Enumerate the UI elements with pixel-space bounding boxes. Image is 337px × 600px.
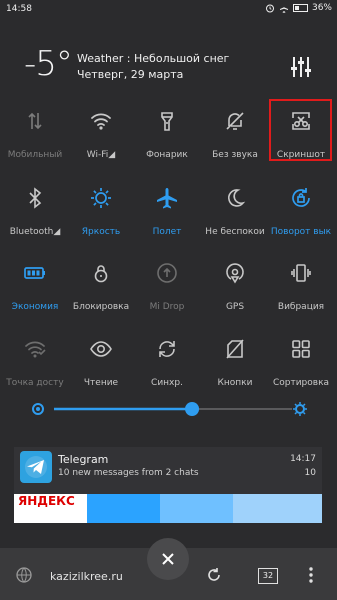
airplane-status-icon	[279, 4, 288, 13]
tile-label: Bluetooth◢	[9, 227, 61, 237]
telegram-app-icon	[20, 451, 52, 483]
brightness-low-icon	[32, 403, 44, 415]
moon-icon	[228, 189, 246, 207]
notification-time: 14:17	[290, 454, 316, 464]
tile-label: Вибрация	[277, 302, 325, 312]
tile-label: Без звука	[212, 150, 258, 160]
bell-off-icon	[226, 112, 244, 130]
tile-reading-mode[interactable]: Чтение	[68, 337, 134, 388]
reload-icon[interactable]	[206, 567, 222, 583]
tile-flashlight[interactable]: Фонарик	[134, 109, 200, 160]
tile-bluetooth[interactable]: Bluetooth◢	[2, 186, 68, 237]
notification-title: Telegram	[58, 453, 109, 466]
tile-mobile-data[interactable]: Мобильный	[2, 109, 68, 160]
ad-segment	[160, 494, 233, 523]
tile-label: Поворот вык	[270, 227, 332, 237]
tile-label: GPS	[225, 302, 245, 312]
tile-label: Не беспокои	[205, 227, 265, 237]
vibration-icon	[291, 264, 311, 282]
ad-segment	[233, 494, 322, 523]
tile-label: Мобильный	[7, 150, 63, 160]
ad-banner[interactable]: ЯНДЕКС	[14, 494, 322, 523]
grid-icon	[292, 340, 310, 358]
tile-label: Сортировка	[272, 378, 330, 388]
globe-icon	[16, 567, 32, 583]
tile-label: Синхр.	[151, 378, 183, 388]
lock-icon	[94, 265, 108, 283]
tile-sync[interactable]: Синхр.	[134, 337, 200, 388]
mobile-data-icon	[28, 112, 42, 130]
date-text: Четверг, 29 марта	[77, 68, 184, 81]
temperature: -5°	[24, 44, 73, 84]
brightness-high-icon	[293, 402, 307, 416]
ad-segment	[87, 494, 160, 523]
tile-label: Wi-Fi◢	[86, 150, 116, 160]
tile-hotspot[interactable]: Точка досту	[2, 337, 68, 388]
brightness-slider[interactable]	[30, 399, 310, 419]
more-menu-icon[interactable]	[306, 565, 316, 585]
header: -5° Weather : Небольшой снег Четверг, 29…	[0, 40, 337, 90]
alarm-icon	[265, 4, 274, 13]
tile-label: Блокировка	[72, 302, 130, 312]
tile-label: Точка досту	[6, 378, 64, 388]
eye-icon	[90, 341, 112, 357]
tile-label: Экономия	[11, 302, 59, 312]
wifi-icon	[91, 113, 111, 130]
status-time: 14:58	[6, 4, 32, 14]
status-icons: 36%	[265, 3, 332, 13]
mi-drop-icon	[157, 263, 177, 283]
tile-label: Mi Drop	[149, 302, 185, 312]
tile-sort[interactable]: Сортировка	[268, 337, 334, 388]
tile-buttons[interactable]: Кнопки	[202, 337, 268, 388]
tile-label: Фонарик	[146, 150, 188, 160]
tile-lock[interactable]: Блокировка	[68, 261, 134, 312]
hotspot-icon	[25, 341, 46, 358]
ad-brand: ЯНДЕКС	[18, 494, 75, 508]
close-icon	[162, 553, 174, 565]
gps-icon	[226, 263, 244, 284]
tile-do-not-disturb[interactable]: Не беспокои	[202, 186, 268, 237]
url-text[interactable]: kazizilkree.ru	[50, 570, 123, 583]
battery-percent: 36%	[311, 3, 332, 13]
tile-wifi[interactable]: Wi-Fi◢	[68, 109, 134, 160]
tabs-count-button[interactable]: 32	[258, 568, 278, 584]
tile-battery-saver[interactable]: Экономия	[2, 261, 68, 312]
notification-count: 10	[304, 468, 316, 478]
airplane-icon	[157, 188, 177, 209]
screenshot-highlight-box	[269, 99, 332, 161]
tile-silent[interactable]: Без звука	[202, 109, 268, 160]
tile-rotation[interactable]: Поворот вык	[268, 186, 334, 237]
status-bar: 14:58 36%	[0, 0, 337, 20]
rotation-lock-icon	[292, 188, 310, 207]
telegram-icon	[25, 456, 47, 478]
close-button[interactable]	[147, 538, 189, 580]
notification-message: 10 new messages from 2 chats	[58, 468, 199, 478]
tile-label: Чтение	[83, 378, 119, 388]
tile-airplane[interactable]: Полет	[134, 186, 200, 237]
slider-thumb[interactable]	[185, 402, 200, 416]
tile-brightness[interactable]: Яркость	[68, 186, 134, 237]
weather-text: Weather : Небольшой снег	[77, 52, 230, 65]
telegram-notification[interactable]: Telegram 14:17 10 new messages from 2 ch…	[14, 447, 322, 523]
tile-label: Кнопки	[217, 378, 253, 388]
tile-label: Полет	[152, 227, 182, 237]
brightness-icon	[91, 188, 111, 208]
flashlight-icon	[161, 112, 173, 131]
sync-icon	[159, 341, 175, 357]
bluetooth-icon	[29, 187, 42, 209]
battery-saver-icon	[24, 267, 45, 279]
tile-label: Яркость	[81, 227, 121, 237]
tile-mi-drop[interactable]: Mi Drop	[134, 261, 200, 312]
tile-gps[interactable]: GPS	[202, 261, 268, 312]
tile-vibration[interactable]: Вибрация	[268, 261, 334, 312]
settings-sliders-icon[interactable]	[290, 55, 312, 79]
battery-icon	[292, 4, 308, 12]
buttons-off-icon	[226, 339, 244, 359]
